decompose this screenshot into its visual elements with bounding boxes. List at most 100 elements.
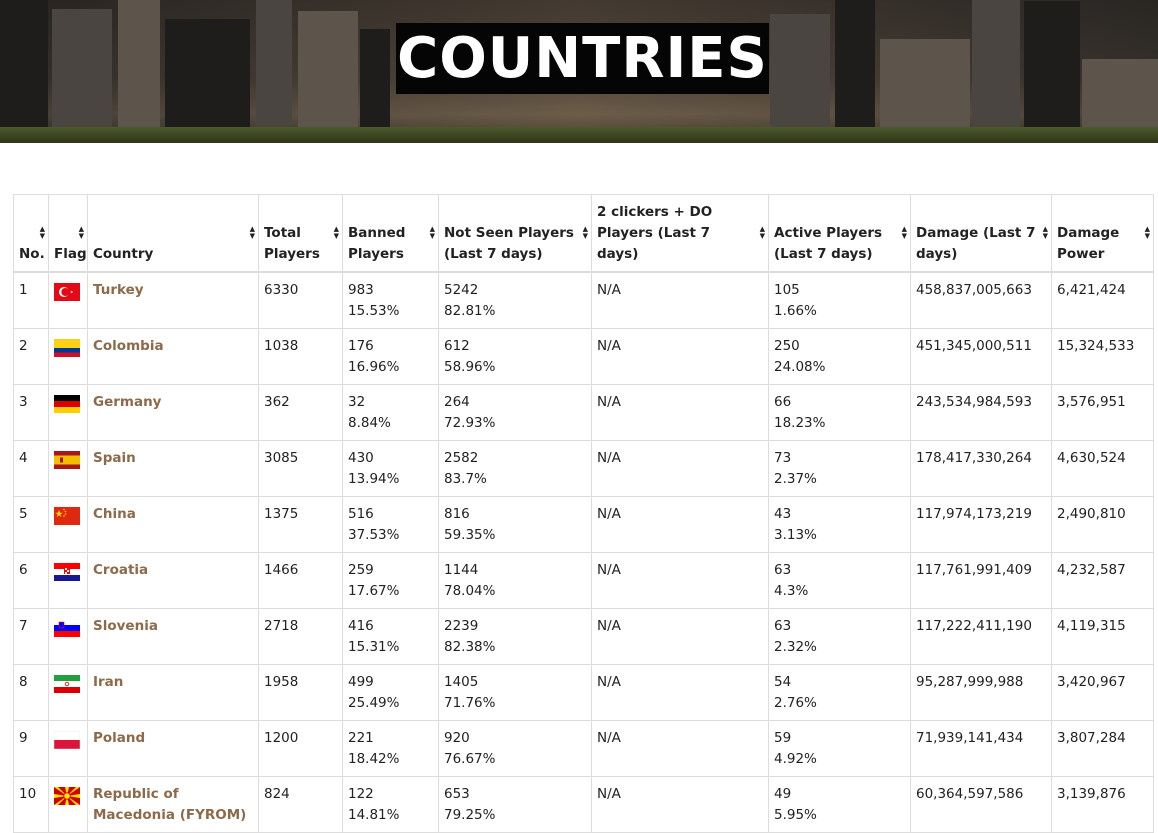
active-players-cell: 105 1.66% [768,271,911,329]
damage-power-cell: 4,119,315 [1051,608,1154,665]
flag-cell [48,384,88,441]
flag-cell [48,440,88,497]
country-link[interactable]: Turkey [93,282,144,298]
country-link[interactable]: Republic of Macedonia (FYROM) [93,786,246,823]
banned-players-cell: 176 16.96% [342,328,439,385]
poland-flag-icon [54,731,80,749]
damage-cell: 95,287,999,988 [910,664,1052,721]
col-header-total-players[interactable]: Total Players ▲ ▼ [258,194,343,273]
not-seen-players-cell: 5242 82.81% [438,271,592,329]
clickers-players-cell: N/A [591,271,769,329]
skyline-building [1024,1,1080,129]
country-link[interactable]: Slovenia [93,618,158,634]
col-header-no[interactable]: No. ▲ ▼ [13,194,49,273]
country-link[interactable]: Spain [93,450,136,466]
slovenia-flag-icon [54,619,80,637]
country-link[interactable]: Croatia [93,562,148,578]
country-link[interactable]: Colombia [93,338,164,354]
col-header-banned-players[interactable]: Banned Players ▲ ▼ [342,194,439,273]
sort-icon[interactable]: ▲ ▼ [1145,226,1150,240]
damage-cell: 117,222,411,190 [910,608,1052,665]
damage-cell: 117,761,991,409 [910,552,1052,609]
page-title-box: COUNTRIES [396,23,769,94]
country-cell: Croatia [87,552,259,609]
skyline-building [1082,59,1158,129]
col-header-active-players[interactable]: Active Players (Last 7 days) ▲ ▼ [768,194,911,273]
table-row: 8 Iran 1958 499 25.49% 1405 71.76% N/A 54 2.76% 95… [13,664,1154,721]
banned-players-cell: 221 18.42% [342,720,439,777]
sort-icon[interactable]: ▲ ▼ [250,226,255,240]
rank-cell: 1 [13,271,49,329]
active-players-cell: 43 3.13% [768,496,911,553]
damage-power-cell: 6,421,424 [1051,271,1154,329]
banned-players-cell: 499 25.49% [342,664,439,721]
table-row: 6 Croatia 1466 259 17.67% 1144 78.04% N/A 63 4.3%… [13,552,1154,609]
turkey-flag-icon [54,283,80,301]
skyline-building [52,9,112,129]
country-cell: Germany [87,384,259,441]
table-row: 5 China 1375 516 37.53% 816 59.35% N/A 43 3.13% 11… [13,496,1154,553]
col-header-not-seen-players[interactable]: Not Seen Players (Last 7 days) ▲ ▼ [438,194,592,273]
damage-power-cell: 4,232,587 [1051,552,1154,609]
page-title: COUNTRIES [397,26,768,91]
col-header-country[interactable]: Country ▲ ▼ [87,194,259,273]
countries-table: No. ▲ ▼ Flag ▲ ▼ Country ▲ ▼ Total Players ▲ ▼ B… [13,194,1154,833]
damage-cell: 243,534,984,593 [910,384,1052,441]
sort-icon[interactable]: ▲ ▼ [79,226,84,240]
total-players-cell: 1466 [258,552,343,609]
skyline-building [165,19,250,129]
country-link[interactable]: Germany [93,394,161,410]
damage-power-cell: 2,490,810 [1051,496,1154,553]
active-players-cell: 73 2.37% [768,440,911,497]
damage-power-cell: 3,576,951 [1051,384,1154,441]
banned-players-cell: 416 15.31% [342,608,439,665]
flag-cell [48,552,88,609]
total-players-cell: 1038 [258,328,343,385]
total-players-cell: 362 [258,384,343,441]
col-header-clickers-players[interactable]: 2 clickers + DO Players (Last 7 days) ▲ ▼ [591,194,769,273]
total-players-cell: 3085 [258,440,343,497]
sort-icon[interactable]: ▲ ▼ [430,226,435,240]
banned-players-cell: 430 13.94% [342,440,439,497]
country-cell: Slovenia [87,608,259,665]
not-seen-players-cell: 1405 71.76% [438,664,592,721]
col-header-damage-power[interactable]: Damage Power ▲ ▼ [1051,194,1154,273]
total-players-cell: 1200 [258,720,343,777]
clickers-players-cell: N/A [591,608,769,665]
total-players-cell: 2718 [258,608,343,665]
sort-icon[interactable]: ▲ ▼ [40,226,45,240]
country-link[interactable]: Poland [93,730,145,746]
sort-icon[interactable]: ▲ ▼ [902,226,907,240]
skyline-building [298,11,358,129]
sort-icon[interactable]: ▲ ▼ [334,226,339,240]
active-players-cell: 54 2.76% [768,664,911,721]
not-seen-players-cell: 816 59.35% [438,496,592,553]
active-players-cell: 49 5.95% [768,776,911,833]
damage-cell: 458,837,005,663 [910,271,1052,329]
country-link[interactable]: Iran [93,674,123,690]
country-link[interactable]: China [93,506,136,522]
table-row: 9 Poland 1200 221 18.42% 920 76.67% N/A 59 4.92% 7… [13,720,1154,777]
clickers-players-cell: N/A [591,496,769,553]
sort-icon[interactable]: ▲ ▼ [1043,226,1048,240]
china-flag-icon [54,507,80,525]
table-row: 2 Colombia 1038 176 16.96% 612 58.96% N/A 250 24.… [13,328,1154,385]
sort-icon[interactable]: ▲ ▼ [760,226,765,240]
skyline-building [880,39,970,129]
table-header-row: No. ▲ ▼ Flag ▲ ▼ Country ▲ ▼ Total Players ▲ ▼ B… [13,194,1154,273]
banned-players-cell: 122 14.81% [342,776,439,833]
col-header-flag[interactable]: Flag ▲ ▼ [48,194,88,273]
not-seen-players-cell: 920 76.67% [438,720,592,777]
not-seen-players-cell: 1144 78.04% [438,552,592,609]
table-row: 1 Turkey 6330 983 15.53% 5242 82.81% N/A 105 1.66… [13,271,1154,329]
col-header-damage[interactable]: Damage (Last 7 days) ▲ ▼ [910,194,1052,273]
clickers-players-cell: N/A [591,328,769,385]
active-players-cell: 250 24.08% [768,328,911,385]
table-row: 10 Republic of Macedonia (FYROM) 824 122 14.… [13,776,1154,833]
sort-icon[interactable]: ▲ ▼ [583,226,588,240]
damage-power-cell: 3,420,967 [1051,664,1154,721]
skyline-building [972,0,1020,129]
clickers-players-cell: N/A [591,440,769,497]
iran-flag-icon [54,675,80,693]
skyline-building [0,0,48,129]
